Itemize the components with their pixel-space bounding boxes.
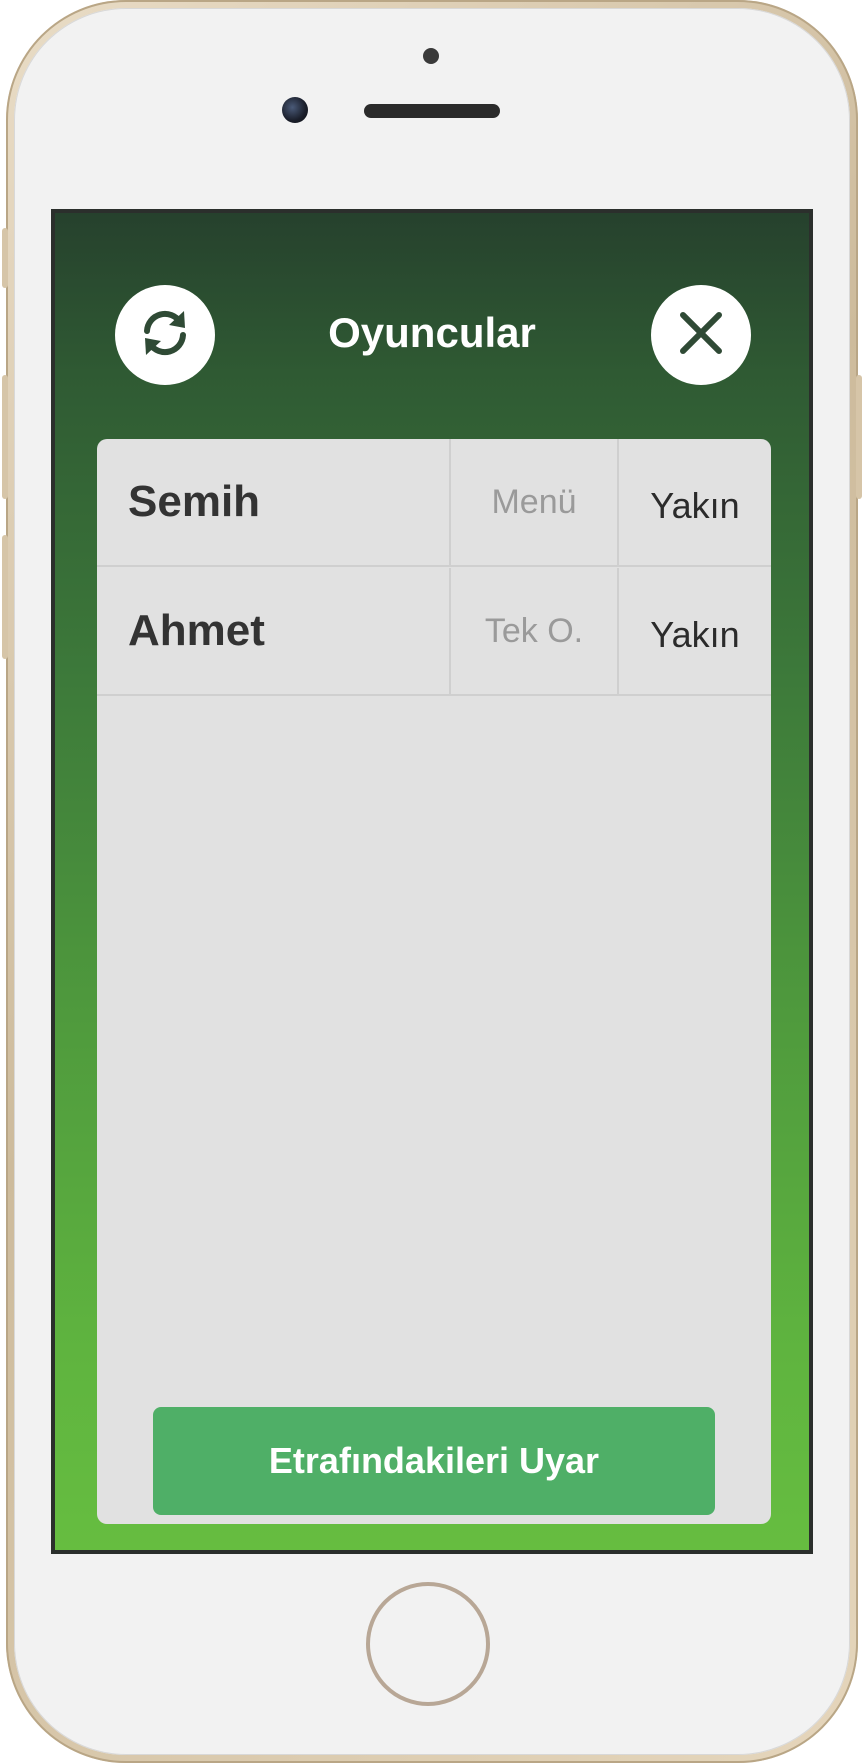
proximity-sensor (423, 48, 439, 64)
close-icon (676, 308, 726, 363)
app-screen: Oyuncular Semih Menü Yakın Ahmet Tek O. … (51, 209, 813, 1554)
player-status: Tek O. (449, 568, 619, 694)
power-button (856, 375, 862, 499)
players-panel: Semih Menü Yakın Ahmet Tek O. Yakın Etra… (97, 439, 771, 1524)
player-name: Semih (128, 477, 261, 526)
player-distance[interactable]: Yakın (619, 439, 771, 565)
player-distance[interactable]: Yakın (619, 568, 771, 694)
player-name: Ahmet (128, 606, 265, 655)
player-row[interactable]: Semih Menü Yakın (97, 439, 771, 567)
front-camera (282, 97, 308, 123)
mute-switch (2, 228, 8, 288)
warn-nearby-button[interactable]: Etrafındakileri Uyar (153, 1407, 715, 1515)
volume-up-button (2, 375, 8, 499)
earpiece-speaker (364, 104, 500, 118)
home-button[interactable] (366, 1582, 490, 1706)
player-row[interactable]: Ahmet Tek O. Yakın (97, 568, 771, 696)
close-button[interactable] (651, 285, 751, 385)
volume-down-button (2, 535, 8, 659)
player-status: Menü (449, 439, 619, 565)
